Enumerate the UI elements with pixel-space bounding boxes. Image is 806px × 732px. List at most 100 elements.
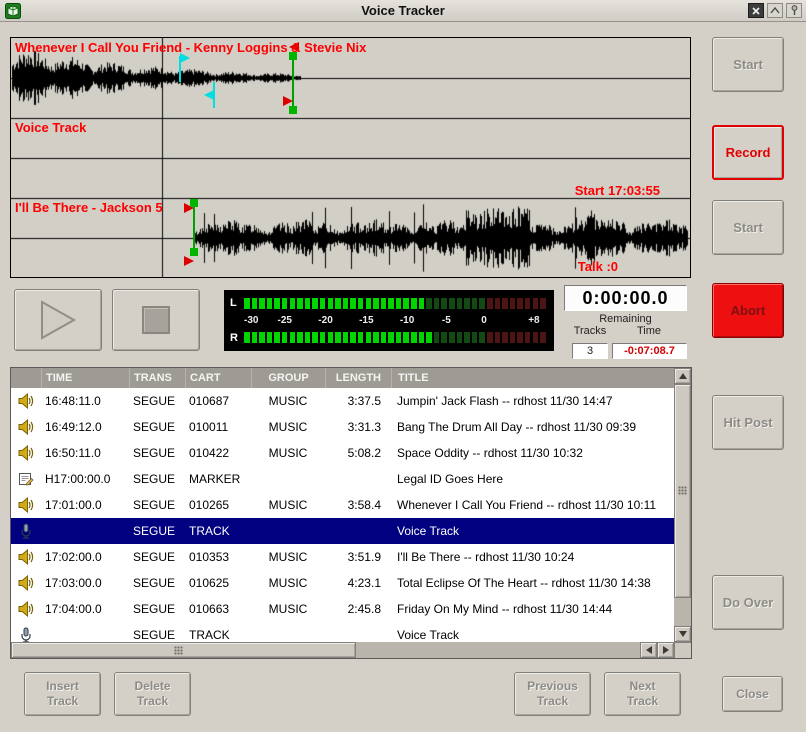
previous-track-button[interactable]: Previous Track: [514, 672, 591, 716]
cell-trans: SEGUE: [129, 440, 185, 466]
cell-length: 3:58.4: [325, 492, 391, 518]
log-row[interactable]: 17:01:00.0SEGUE010265MUSIC3:58.4Whenever…: [11, 492, 674, 518]
cell-cart: MARKER: [185, 466, 251, 492]
speaker-icon: [11, 570, 41, 596]
cell-length: 3:31.3: [325, 414, 391, 440]
cell-cart: 010625: [185, 570, 251, 596]
cell-group: MUSIC: [251, 388, 325, 414]
cell-group: MUSIC: [251, 414, 325, 440]
cell-length: [325, 466, 391, 492]
log-table-body: 16:48:11.0SEGUE010687MUSIC3:37.5Jumpin' …: [11, 388, 674, 642]
pin-icon[interactable]: [786, 3, 802, 18]
cell-trans: SEGUE: [129, 388, 185, 414]
cell-title: I'll Be There -- rdhost 11/30 10:24: [391, 544, 674, 570]
remaining-panel: Remaining Tracks Time 3 -0:07:08.7: [564, 313, 687, 361]
vertical-scrollbar[interactable]: [674, 368, 691, 642]
grip-dots: [678, 486, 687, 495]
cell-length: 3:51.9: [325, 544, 391, 570]
cell-trans: SEGUE: [129, 466, 185, 492]
cell-trans: SEGUE: [129, 414, 185, 440]
log-row[interactable]: 17:03:00.0SEGUE010625MUSIC4:23.1Total Ec…: [11, 570, 674, 596]
marker-icon: [11, 466, 41, 492]
stop-icon: [142, 306, 170, 334]
cell-cart: 010422: [185, 440, 251, 466]
cell-cart: TRACK: [185, 622, 251, 642]
cell-cart: 010353: [185, 544, 251, 570]
speaker-icon: [11, 388, 41, 414]
remaining-tracks-value: 3: [572, 343, 608, 359]
waveform-canvas[interactable]: [11, 38, 690, 277]
mic-icon: [11, 518, 41, 544]
cell-cart: 010687: [185, 388, 251, 414]
remaining-time-label: Time: [637, 325, 661, 337]
cell-trans: SEGUE: [129, 596, 185, 622]
next-track-button[interactable]: Next Track: [604, 672, 681, 716]
cell-title: Friday On My Mind -- rdhost 11/30 14:44: [391, 596, 674, 622]
cell-time: [41, 622, 129, 642]
cell-time: 17:01:00.0: [41, 492, 129, 518]
cell-cart: 010663: [185, 596, 251, 622]
cell-trans: SEGUE: [129, 544, 185, 570]
header-cell-cart: CART: [185, 368, 251, 388]
titlebar[interactable]: Voice Tracker: [0, 0, 806, 22]
voice-tracker-window: Voice Tracker: [0, 0, 806, 732]
do-over-button[interactable]: Do Over: [712, 575, 784, 630]
log-row[interactable]: H17:00:00.0SEGUEMARKERLegal ID Goes Here: [11, 466, 674, 492]
cell-title: Voice Track: [391, 518, 674, 544]
waveform-panel[interactable]: Whenever I Call You Friend - Kenny Loggi…: [10, 37, 691, 278]
close-button[interactable]: Close: [722, 676, 783, 712]
cell-group: MUSIC: [251, 440, 325, 466]
remaining-tracks-label: Tracks: [574, 325, 607, 337]
log-row[interactable]: 17:04:00.0SEGUE010663MUSIC2:45.8Friday O…: [11, 596, 674, 622]
close-icon[interactable]: [748, 3, 764, 18]
cell-title: Total Eclipse Of The Heart -- rdhost 11/…: [391, 570, 674, 596]
log-row[interactable]: 17:02:00.0SEGUE010353MUSIC3:51.9I'll Be …: [11, 544, 674, 570]
horizontal-scroll-thumb[interactable]: [11, 642, 356, 658]
track-title: Whenever I Call You Friend - Kenny Loggi…: [15, 40, 366, 55]
cell-title: Whenever I Call You Friend -- rdhost 11/…: [391, 492, 674, 518]
right-channel-label: R: [230, 332, 244, 344]
insert-track-button[interactable]: Insert Track: [24, 672, 101, 716]
cell-length: [325, 518, 391, 544]
elapsed-time-display: 0:00:00.0: [564, 285, 687, 311]
track-title: I'll Be There - Jackson 5: [15, 200, 163, 215]
speaker-icon: [11, 440, 41, 466]
play-button[interactable]: [14, 289, 102, 351]
scroll-up-button[interactable]: [674, 368, 691, 384]
shade-icon[interactable]: [767, 3, 783, 18]
header-cell-length: LENGTH: [325, 368, 391, 388]
log-row[interactable]: 16:48:11.0SEGUE010687MUSIC3:37.5Jumpin' …: [11, 388, 674, 414]
cell-time: 17:03:00.0: [41, 570, 129, 596]
scroll-right-button[interactable]: [657, 642, 674, 658]
cell-group: MUSIC: [251, 544, 325, 570]
log-table: TIME TRANS CART GROUP LENGTH TITLE 16:48…: [10, 367, 692, 659]
log-row[interactable]: 16:49:12.0SEGUE010011MUSIC3:31.3Bang The…: [11, 414, 674, 440]
scroll-down-button[interactable]: [674, 626, 691, 642]
stop-button[interactable]: [112, 289, 200, 351]
horizontal-scrollbar[interactable]: [11, 642, 674, 658]
window-title: Voice Tracker: [0, 3, 806, 18]
cell-length: 3:37.5: [325, 388, 391, 414]
log-row[interactable]: SEGUETRACKVoice Track: [11, 518, 674, 544]
hit-post-button[interactable]: Hit Post: [712, 395, 784, 450]
cell-length: 2:45.8: [325, 596, 391, 622]
header-cell-time: TIME: [41, 368, 129, 388]
cell-title: Legal ID Goes Here: [391, 466, 674, 492]
level-meter: L -30-25-20-15-10-50+8 R: [224, 290, 554, 351]
record-button[interactable]: Record: [712, 125, 784, 180]
log-row[interactable]: SEGUETRACKVoice Track: [11, 622, 674, 642]
log-row[interactable]: 16:50:11.0SEGUE010422MUSIC5:08.2Space Od…: [11, 440, 674, 466]
cell-time: 16:50:11.0: [41, 440, 129, 466]
cell-length: 4:23.1: [325, 570, 391, 596]
abort-button[interactable]: Abort: [712, 283, 784, 338]
scroll-left-button[interactable]: [640, 642, 657, 658]
vertical-scroll-thumb[interactable]: [674, 384, 691, 598]
cell-trans: SEGUE: [129, 570, 185, 596]
right-meter-segments: [244, 332, 546, 343]
start-button[interactable]: Start: [712, 37, 784, 92]
remaining-time-value: -0:07:08.7: [612, 343, 687, 359]
start-button[interactable]: Start: [712, 200, 784, 255]
speaker-icon: [11, 544, 41, 570]
delete-track-button[interactable]: Delete Track: [114, 672, 191, 716]
header-cell-icon: [11, 368, 41, 388]
